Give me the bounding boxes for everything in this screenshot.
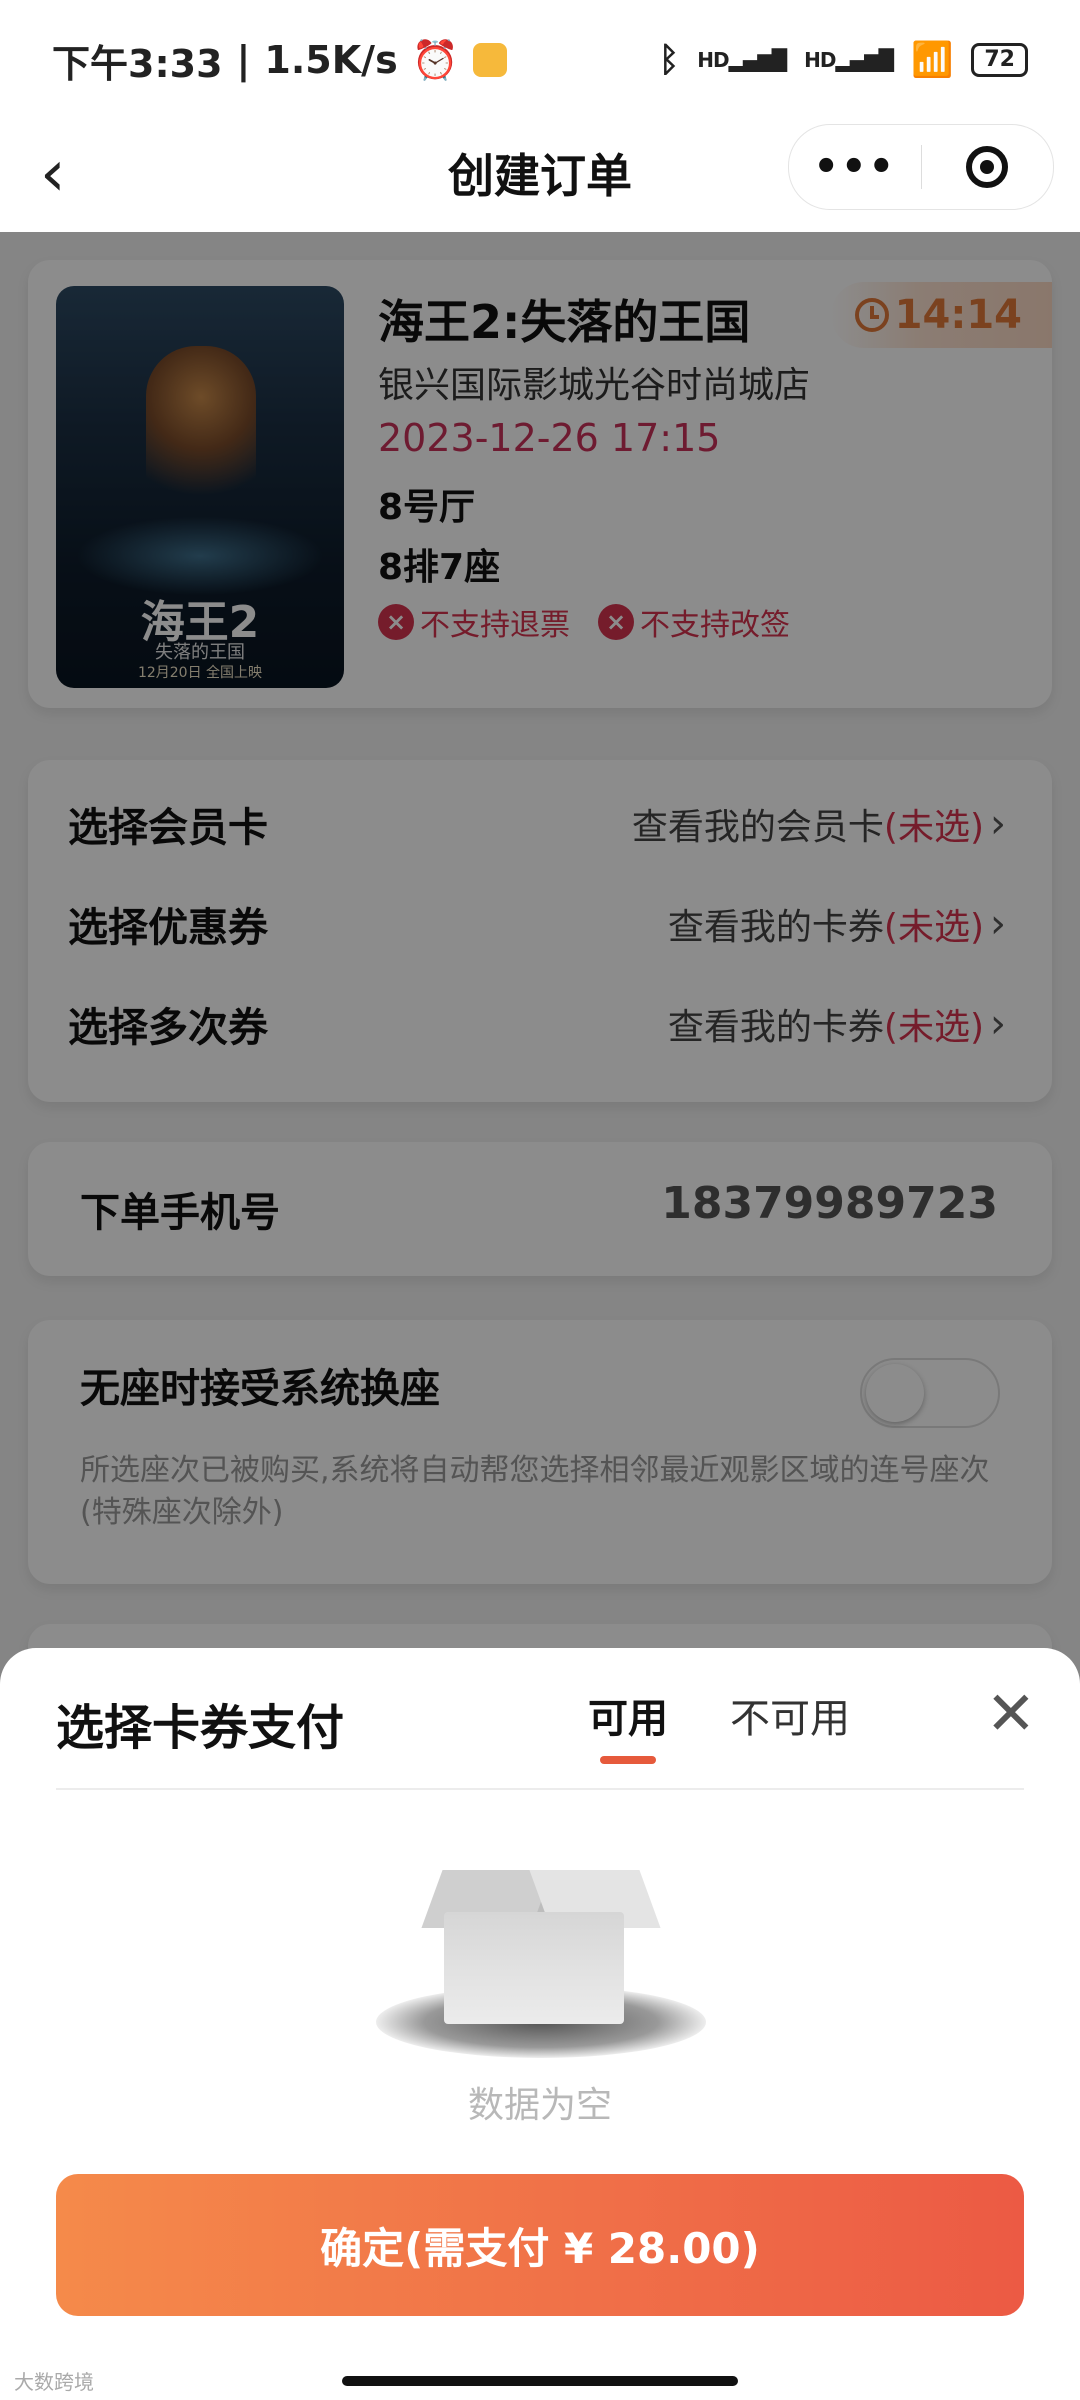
sheet-divider (56, 1788, 1024, 1790)
nav-bar: ‹ 创建订单 ••• (0, 120, 1080, 232)
status-time: 下午3:33 (52, 41, 223, 86)
status-bar: 下午3:33 | 1.5K/s ⏰ ᛒ HD▂▄▆█ HD▂▄▆█ 📶 72 (0, 0, 1080, 120)
home-indicator[interactable] (342, 2376, 738, 2386)
status-left: 下午3:33 | 1.5K/s ⏰ (52, 33, 508, 88)
more-icon[interactable]: ••• (789, 144, 921, 190)
watermark: 大数跨境 (14, 2370, 94, 2394)
active-tab-indicator (600, 1756, 656, 1764)
wifi-icon: 📶 (911, 40, 954, 80)
close-mini-program-button[interactable] (922, 146, 1054, 188)
target-icon (966, 146, 1009, 188)
status-divider: | (236, 38, 251, 82)
sheet-title: 选择卡券支付 (56, 1700, 345, 1756)
alarm-clock-icon: ⏰ (411, 37, 460, 82)
bluetooth-icon: ᛒ (658, 40, 680, 80)
signal-icon-2: HD▂▄▆█ (804, 48, 894, 72)
status-right: ᛒ HD▂▄▆█ HD▂▄▆█ 📶 72 (659, 40, 1028, 80)
battery-icon: 72 (971, 43, 1028, 77)
confirm-payment-button[interactable]: 确定(需支付 ¥ 28.00) (56, 2174, 1024, 2316)
tab-available[interactable]: 可用 (588, 1686, 668, 1744)
mini-program-capsule: ••• (788, 124, 1054, 210)
tab-unavailable[interactable]: 不可用 (730, 1686, 850, 1744)
network-speed: 1.5K/s (264, 38, 398, 82)
signal-icon-1: HD▂▄▆█ (697, 48, 787, 72)
empty-state-text: 数据为空 (467, 2085, 612, 2126)
coupon-payment-sheet: 选择卡券支付 可用 不可用 ✕ 数据为空 确定(需支付 ¥ 28.00) (0, 1648, 1080, 2400)
close-icon[interactable]: ✕ (986, 1684, 1036, 1744)
app-notification-icon (473, 43, 508, 77)
